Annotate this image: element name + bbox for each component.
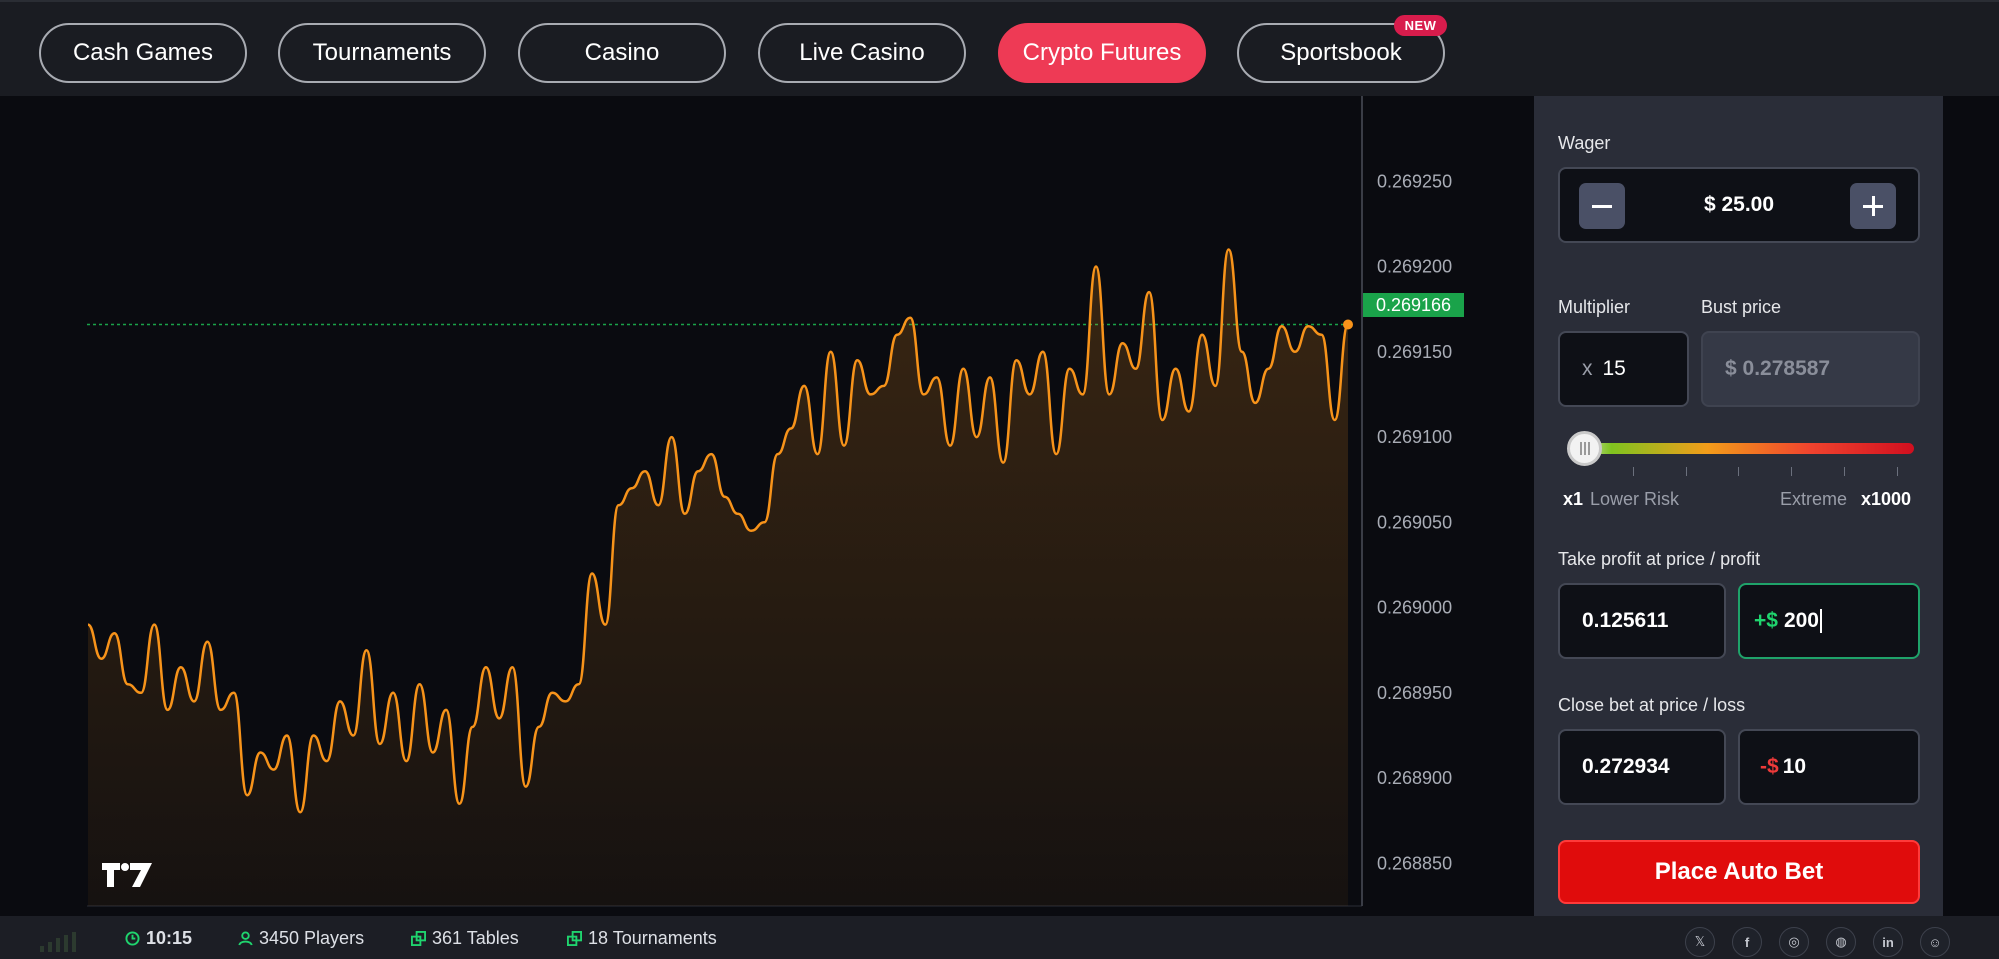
tables-count: 361 Tables <box>432 928 519 948</box>
reddit-icon[interactable]: ☺ <box>1920 927 1950 957</box>
tables-stat: 361 Tables <box>411 928 519 949</box>
close-bet-price[interactable]: 0.272934 <box>1582 755 1670 779</box>
tournaments-count: 18 Tournaments <box>588 928 717 948</box>
facebook-icon[interactable]: f <box>1732 927 1762 957</box>
signal-icon <box>40 932 76 952</box>
y-axis-ticks: 0.269250 0.269200 0.269150 0.269100 0.269050… <box>1377 171 1452 873</box>
clock-icon <box>125 931 140 946</box>
take-profit-price-field[interactable]: 0.125611 <box>1558 583 1726 659</box>
y-tick-label: 0.269000 <box>1377 598 1452 618</box>
close-bet-amount-field[interactable]: -$ 10 <box>1738 729 1920 805</box>
discord-icon[interactable]: ◍ <box>1826 927 1856 957</box>
tab-cash-games[interactable]: Cash Games <box>39 23 247 83</box>
slider-max-label: x1000 <box>1861 489 1912 509</box>
multiplier-field[interactable]: x 15 <box>1558 331 1689 407</box>
close-bet-label: Close bet at price / loss <box>1558 695 1746 715</box>
take-profit-price[interactable]: 0.125611 <box>1582 609 1668 633</box>
y-tick-label: 0.269150 <box>1377 342 1452 362</box>
current-price-tag: 0.269166 <box>1363 293 1464 317</box>
place-auto-bet-button[interactable]: Place Auto Bet <box>1558 840 1920 904</box>
slider-low-risk-label: Lower Risk <box>1590 489 1680 509</box>
tab-crypto-futures[interactable]: Crypto Futures <box>998 23 1206 83</box>
price-area <box>88 249 1348 906</box>
players-count: 3450 Players <box>259 928 365 948</box>
wager-minus-button[interactable] <box>1579 183 1625 229</box>
y-tick-label: 0.269250 <box>1377 171 1452 191</box>
close-bet-amount[interactable]: 10 <box>1783 755 1806 779</box>
y-tick-label: 0.268950 <box>1377 683 1452 703</box>
slider-tick <box>1844 467 1845 476</box>
tournaments-icon <box>567 931 582 946</box>
linkedin-icon[interactable]: in <box>1873 927 1903 957</box>
y-tick-label: 0.269100 <box>1377 427 1452 447</box>
slider-tick <box>1897 467 1898 476</box>
tab-casino[interactable]: Casino <box>518 23 726 83</box>
price-chart[interactable]: 0.269250 0.269200 0.269150 0.269100 0.269050… <box>0 96 1534 916</box>
text-cursor <box>1820 609 1822 633</box>
y-tick-label: 0.268900 <box>1377 768 1452 788</box>
tab-tournaments[interactable]: Tournaments <box>278 23 486 83</box>
players-stat: 3450 Players <box>238 928 364 949</box>
risk-slider-track[interactable] <box>1570 443 1914 454</box>
new-badge: NEW <box>1394 15 1447 36</box>
top-nav: Cash Games Tournaments Casino Live Casin… <box>0 0 1999 96</box>
current-price-dot <box>1343 319 1353 330</box>
take-profit-amount[interactable]: 200 <box>1784 609 1819 633</box>
profit-prefix: +$ <box>1754 609 1778 632</box>
wager-label: Wager <box>1558 133 1611 153</box>
take-profit-amount-field[interactable]: +$ 200 <box>1738 583 1920 659</box>
tables-icon <box>411 931 426 946</box>
instagram-icon[interactable]: ◎ <box>1779 927 1809 957</box>
take-profit-label: Take profit at price / profit <box>1558 549 1761 569</box>
clock-stat: 10:15 <box>125 928 192 949</box>
risk-slider-handle[interactable] <box>1567 431 1602 466</box>
y-tick-label: 0.269050 <box>1377 512 1452 532</box>
close-bet-price-field[interactable]: 0.272934 <box>1558 729 1726 805</box>
wager-plus-button[interactable] <box>1850 183 1896 229</box>
slider-tick <box>1633 467 1634 476</box>
multiplier-label: Multiplier <box>1558 297 1631 317</box>
slider-tick <box>1686 467 1687 476</box>
slider-extreme-label: Extreme <box>1780 489 1848 509</box>
chart-svg[interactable]: 0.269250 0.269200 0.269150 0.269100 0.269050… <box>0 96 1534 916</box>
bust-price-field: $ 0.278587 <box>1701 331 1920 407</box>
user-icon <box>238 931 253 946</box>
slider-tick <box>1738 467 1739 476</box>
wager-value[interactable]: $ 25.00 <box>1704 193 1774 217</box>
clock-time: 10:15 <box>146 928 193 948</box>
plus-icon-vertical <box>1871 196 1875 216</box>
loss-prefix: -$ <box>1760 755 1779 778</box>
multiplier-prefix: x <box>1582 357 1593 380</box>
status-bar: 10:15 3450 Players 361 Tables 18 Tournam… <box>0 916 1999 959</box>
slider-tick <box>1791 467 1792 476</box>
bust-price-value: $ 0.278587 <box>1725 357 1831 380</box>
y-tick-label: 0.268850 <box>1377 853 1452 873</box>
minus-icon <box>1592 204 1612 208</box>
bust-price-label: Bust price <box>1701 297 1782 317</box>
x-icon[interactable]: 𝕏 <box>1685 927 1715 957</box>
slider-min-label: x1 <box>1563 489 1584 509</box>
multiplier-value[interactable]: 15 <box>1603 357 1626 381</box>
y-tick-label: 0.269200 <box>1377 257 1452 277</box>
tab-live-casino[interactable]: Live Casino <box>758 23 966 83</box>
tradingview-logo <box>102 863 152 887</box>
tournaments-stat: 18 Tournaments <box>567 928 717 949</box>
